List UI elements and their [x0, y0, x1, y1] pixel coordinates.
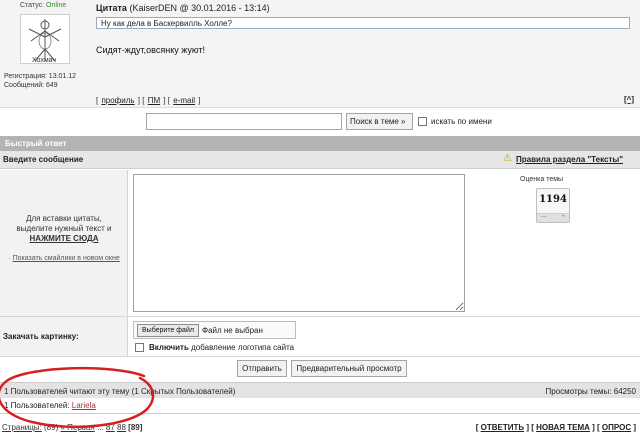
- logo-checkbox[interactable]: [135, 343, 144, 352]
- poll-button[interactable]: ОПРОС: [602, 423, 631, 432]
- new-topic-button[interactable]: НОВАЯ ТЕМА: [536, 423, 590, 432]
- reply-button[interactable]: ОТВЕТИТЬ: [481, 423, 525, 432]
- message-label: Введите сообщение: [3, 155, 84, 164]
- message-count: Сообщений: 649: [4, 82, 58, 89]
- search-input[interactable]: [146, 113, 342, 130]
- quick-reply-header: Быстрый ответ: [0, 136, 640, 151]
- status-label: Статус:: [20, 2, 45, 9]
- page-link[interactable]: 87: [106, 423, 115, 432]
- logo-checkbox-label: Включить добавление логотипа сайта: [149, 343, 294, 352]
- reply-tools-column: Для вставки цитаты, выделите нужный текс…: [0, 170, 128, 316]
- first-page-link[interactable]: « Первая: [60, 423, 94, 432]
- quote-meta: (KaiserDEN @ 30.01.2016 - 13:14): [129, 3, 270, 13]
- reply-body: Для вставки цитаты, выделите нужный текс…: [0, 170, 640, 316]
- quote-title: Цитата: [96, 3, 127, 13]
- rating-label: Оценка темы: [520, 176, 564, 183]
- topic-views: Просмотры темы: 64250: [545, 387, 636, 396]
- upload-label-cell: Закачать картинку:: [0, 317, 128, 357]
- rating-controls: — +: [537, 213, 569, 222]
- file-picker: Выберите файл Файл не выбран: [133, 321, 296, 339]
- logo-label-bold: Включить: [149, 343, 189, 352]
- quote-hint: Для вставки цитаты, выделите нужный текс…: [0, 214, 128, 244]
- bullet: ·: [8, 255, 11, 262]
- quote-box: Ну как дела в Баскервилль Холле?: [96, 17, 630, 29]
- warning-icon: ⚠: [503, 153, 512, 164]
- image-upload: Закачать картинку: Выберите файл Файл не…: [0, 316, 640, 357]
- show-smiles-link[interactable]: Показать смайлики в новом окне: [13, 255, 120, 262]
- topic-search: Поиск в теме » искать по имени: [0, 111, 640, 135]
- choose-file-button[interactable]: Выберите файл: [137, 324, 199, 337]
- quote-header: Цитата (KaiserDEN @ 30.01.2016 - 13:14): [96, 3, 270, 13]
- post-links: [ профиль ] [ ПМ ] [ e-mail ]: [96, 96, 201, 105]
- pagination: Страницы: (89) « Первая ... 87 88 [89]: [2, 423, 142, 432]
- rating-minus-button[interactable]: —: [541, 214, 547, 220]
- search-by-name-label: искать по имени: [431, 117, 492, 126]
- user-status: Статус: Online: [20, 2, 66, 9]
- author-name[interactable]: Хохмач: [0, 57, 88, 64]
- file-status: Файл не выбран: [202, 326, 263, 335]
- pager-ellipsis: ...: [96, 423, 104, 432]
- forum-post: Статус: Online Хохмач Регистрация: 13.01…: [0, 0, 640, 108]
- readers-count: 1 Пользователей читают эту тему (1 Скрыт…: [4, 387, 236, 396]
- readers-list: 1 Пользователей: Lariela: [4, 401, 96, 410]
- author-column: Статус: Online Хохмач Регистрация: 13.01…: [0, 0, 88, 108]
- pagination-row: Страницы: (89) « Первая ... 87 88 [89] […: [0, 420, 640, 436]
- avatar-figure-icon: [28, 19, 62, 62]
- quote-hint-line: выделите нужный текст и: [16, 224, 112, 233]
- reader-user-link[interactable]: Lariela: [72, 401, 96, 410]
- upload-label: Закачать картинку:: [3, 332, 79, 341]
- page-count: (89): [44, 423, 59, 432]
- pm-link[interactable]: ПМ: [148, 96, 160, 105]
- pages-label[interactable]: Страницы:: [2, 423, 42, 432]
- profile-link[interactable]: профиль: [101, 96, 134, 105]
- topic-actions: [ ОТВЕТИТЬ ] [ НОВАЯ ТЕМА ] [ ОПРОС ]: [475, 423, 636, 432]
- registration-date: Регистрация: 13.01.12: [4, 73, 77, 80]
- rating-value: 1194: [539, 194, 567, 205]
- post-body: Сидят-ждут,овсянку жуют!: [96, 45, 206, 55]
- readers-list-row: 1 Пользователей: Lariela: [0, 398, 640, 414]
- preview-button[interactable]: Предварительный просмотр: [291, 360, 407, 377]
- smiles-link-block: · Показать смайлики в новом окне: [4, 254, 124, 263]
- submit-row: Отправить Предварительный просмотр: [0, 356, 640, 382]
- message-header: Введите сообщение ⚠ Правила раздела "Тек…: [0, 151, 640, 169]
- send-button[interactable]: Отправить: [237, 360, 287, 377]
- rules-link[interactable]: Правила раздела "Тексты": [516, 155, 623, 164]
- author-info: Регистрация: 13.01.12 Сообщений: 649: [4, 72, 76, 90]
- status-value: Online: [46, 2, 67, 9]
- email-link[interactable]: e-mail: [173, 96, 195, 105]
- rating-plus-button[interactable]: +: [561, 214, 565, 220]
- readers-bar: 1 Пользователей читают эту тему (1 Скрыт…: [0, 382, 640, 398]
- search-button[interactable]: Поиск в теме »: [346, 113, 413, 130]
- quote-hint-line: Для вставки цитаты,: [26, 214, 102, 223]
- search-by-name-checkbox[interactable]: [418, 117, 427, 126]
- logo-label-rest: добавление логотипа сайта: [188, 343, 295, 352]
- current-page: [89]: [128, 423, 143, 432]
- page-link[interactable]: 88: [117, 423, 126, 432]
- topic-rating: 1194 — +: [536, 188, 570, 223]
- message-textarea[interactable]: [133, 174, 465, 312]
- to-top-link[interactable]: [^]: [624, 95, 634, 104]
- readers-list-prefix: 1 Пользователей:: [4, 401, 72, 410]
- insert-quote-link[interactable]: НАЖМИТЕ СЮДА: [0, 234, 128, 244]
